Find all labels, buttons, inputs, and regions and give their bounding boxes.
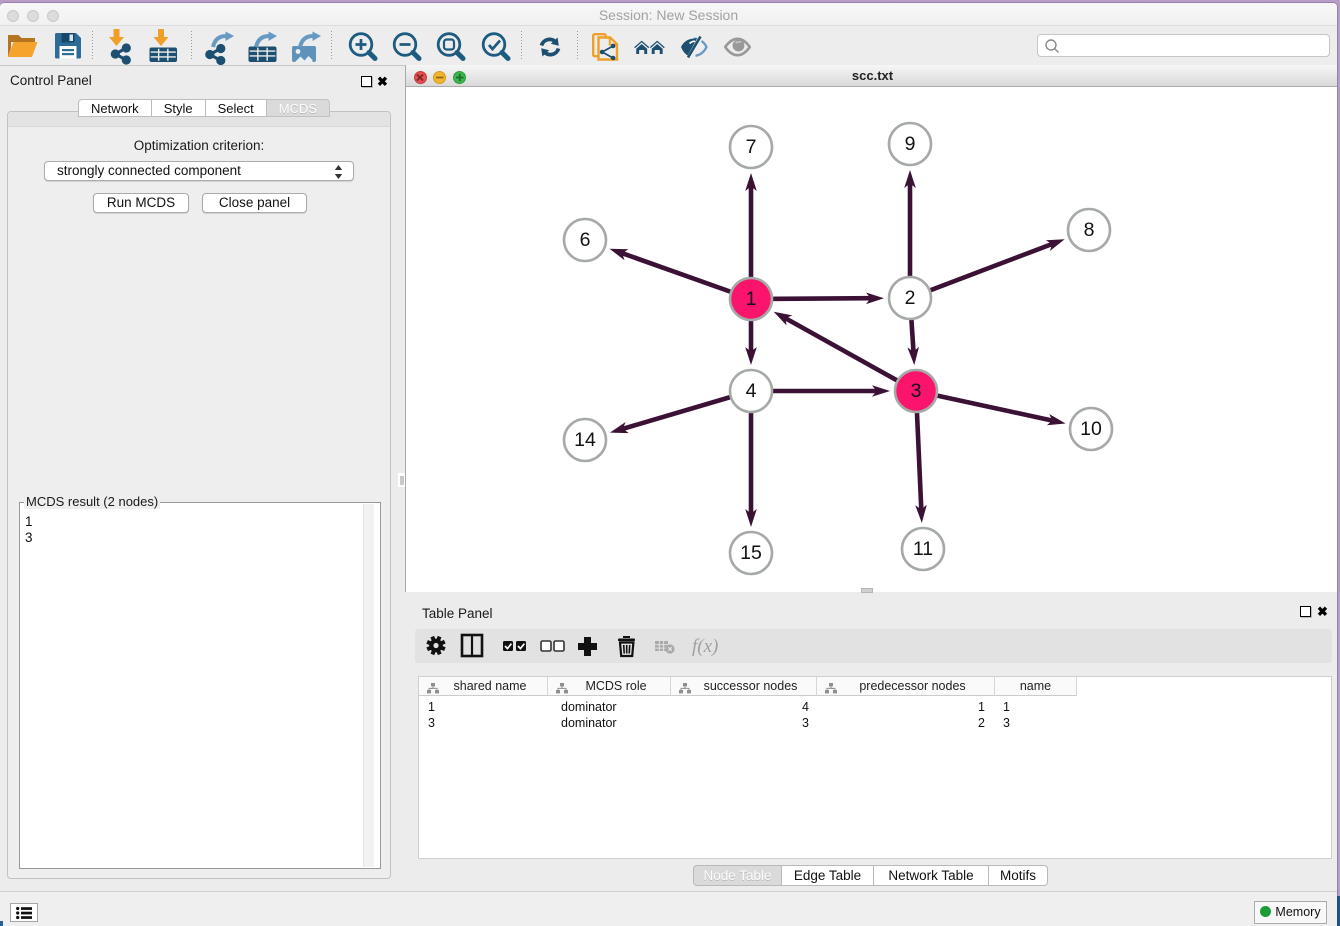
- svg-text:f(x): f(x): [692, 636, 718, 657]
- svg-text:9: 9: [905, 133, 916, 155]
- svg-text:14: 14: [574, 429, 596, 451]
- svg-text:2: 2: [905, 287, 916, 309]
- svg-text:1: 1: [746, 288, 757, 310]
- svg-text:11: 11: [913, 538, 933, 560]
- svg-text:3: 3: [911, 380, 922, 402]
- svg-text:10: 10: [1080, 418, 1102, 440]
- svg-text:7: 7: [746, 136, 757, 158]
- svg-text:6: 6: [580, 229, 591, 251]
- svg-text:4: 4: [746, 380, 757, 402]
- svg-text:8: 8: [1084, 219, 1095, 241]
- svg-text:15: 15: [740, 542, 762, 564]
